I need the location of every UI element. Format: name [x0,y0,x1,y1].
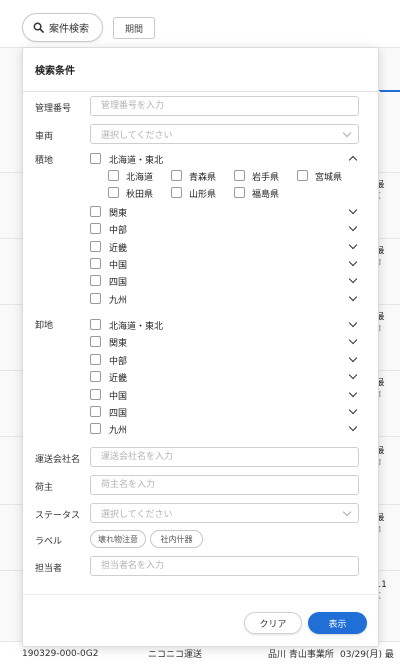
prefecture-label: 北海道 [126,173,154,183]
loading-checkbox-chugoku[interactable] [90,258,101,269]
period-button[interactable]: 期間 [113,17,155,39]
loading-checkbox-chubu[interactable] [90,223,101,234]
unloading-checkbox-chugoku[interactable] [90,389,101,400]
status-select-placeholder: 選択してください [101,509,173,520]
loading-region-label: 近畿 [109,244,128,254]
unloading-checkbox-shikoku[interactable] [90,406,101,417]
panel-divider [23,91,380,92]
chevron-down-icon [342,128,352,137]
loading-checkbox-kanto[interactable] [90,206,101,217]
unloading-checkbox-hokkaido-tohoku[interactable] [90,319,101,330]
unloading-checkbox-kanto[interactable] [90,336,101,347]
unloading-checkbox-kinki[interactable] [90,371,101,382]
top-bar: 案件検索 期間 [0,0,400,48]
search-conditions-panel: 検索条件 管理番号 車両 選択してください 積地 北海道・東北 北海道 青森県 … [22,47,380,647]
labels-label: ラベル [35,537,63,547]
prefecture-label: 山形県 [189,190,217,200]
management-no-label: 管理番号 [35,104,72,114]
prefecture-label: 岩手県 [252,173,280,183]
shipper-label: 荷主 [35,483,54,493]
row-date: 03/29(月) 最 [340,650,394,660]
prefecture-label: 青森県 [189,173,217,183]
vehicle-select-placeholder: 選択してください [101,130,173,141]
chevron-down-icon[interactable] [348,388,358,398]
row-office: 品川 青山事業所 [268,650,334,660]
shipper-input[interactable] [90,475,359,495]
chevron-down-icon[interactable] [348,257,358,267]
unloading-region-label: 四国 [109,409,128,419]
row-carrier: ニコニコ運送 [148,650,203,660]
prefecture-label: 福島県 [252,190,280,200]
show-button[interactable]: 表示 [308,612,367,634]
search-icon [33,22,44,33]
management-no-input[interactable] [90,96,359,116]
assignee-label: 担当者 [35,564,63,574]
loading-region-label: 九州 [109,296,128,306]
status-label: ステータス [35,511,81,521]
chevron-down-icon[interactable] [348,370,358,380]
prefecture-label: 秋田県 [126,190,154,200]
status-select[interactable]: 選択してください [90,503,359,523]
active-tab-indicator [378,90,400,92]
loading-region-label: 関東 [109,209,128,219]
chevron-down-icon[interactable] [348,205,358,215]
unloading-region-label: 関東 [109,339,128,349]
panel-divider [23,594,380,595]
carrier-label: 運送会社名 [35,455,81,465]
panel-title: 検索条件 [35,66,75,77]
label-tag[interactable]: 社内什器 [150,530,203,548]
chevron-down-icon[interactable] [348,240,358,250]
vehicle-label: 車両 [35,132,54,142]
loading-checkbox-kyushu[interactable] [90,293,101,304]
carrier-input[interactable] [90,447,359,467]
chevron-down-icon[interactable] [348,292,358,302]
loading-region-label: 四国 [109,278,128,288]
loading-checkbox-fukushima[interactable] [234,187,245,198]
loading-checkbox-shikoku[interactable] [90,275,101,286]
loading-checkbox-miyagi[interactable] [297,170,308,181]
unloading-region-label: 北海道・東北 [109,322,164,332]
chevron-up-icon[interactable] [348,155,358,165]
unloading-label: 卸地 [35,321,54,331]
case-search-button[interactable]: 案件検索 [22,13,103,42]
loading-checkbox-hokkaido[interactable] [108,170,119,181]
row-id: 190329-000-0G2 [22,648,99,659]
unloading-region-label: 中部 [109,357,128,367]
chevron-down-icon [342,507,352,516]
chevron-down-icon[interactable] [348,353,358,363]
assignee-input[interactable] [90,556,359,576]
unloading-checkbox-chubu[interactable] [90,354,101,365]
loading-checkbox-iwate[interactable] [234,170,245,181]
loading-checkbox-yamagata[interactable] [171,187,182,198]
chevron-down-icon[interactable] [348,422,358,432]
loading-region-label: 中国 [109,261,128,271]
label-tag[interactable]: 壊れ物注意 [90,530,146,548]
unloading-region-label: 中国 [109,392,128,402]
clear-button[interactable]: クリア [244,612,302,634]
loading-checkbox-kinki[interactable] [90,241,101,252]
chevron-down-icon[interactable] [348,335,358,345]
unloading-checkbox-kyushu[interactable] [90,423,101,434]
unloading-region-label: 近畿 [109,374,128,384]
loading-region-label: 北海道・東北 [109,156,164,166]
chevron-down-icon[interactable] [348,318,358,328]
chevron-down-icon[interactable] [348,274,358,284]
chevron-down-icon[interactable] [348,222,358,232]
loading-checkbox-hokkaido-tohoku[interactable] [90,153,101,164]
case-search-label: 案件検索 [49,24,89,35]
loading-checkbox-akita[interactable] [108,187,119,198]
unloading-region-label: 九州 [109,426,128,436]
loading-region-label: 中部 [109,226,128,236]
chevron-down-icon[interactable] [348,405,358,415]
prefecture-label: 宮城県 [315,173,343,183]
vehicle-select[interactable]: 選択してください [90,124,359,144]
loading-label: 積地 [35,156,54,166]
loading-checkbox-aomori[interactable] [171,170,182,181]
